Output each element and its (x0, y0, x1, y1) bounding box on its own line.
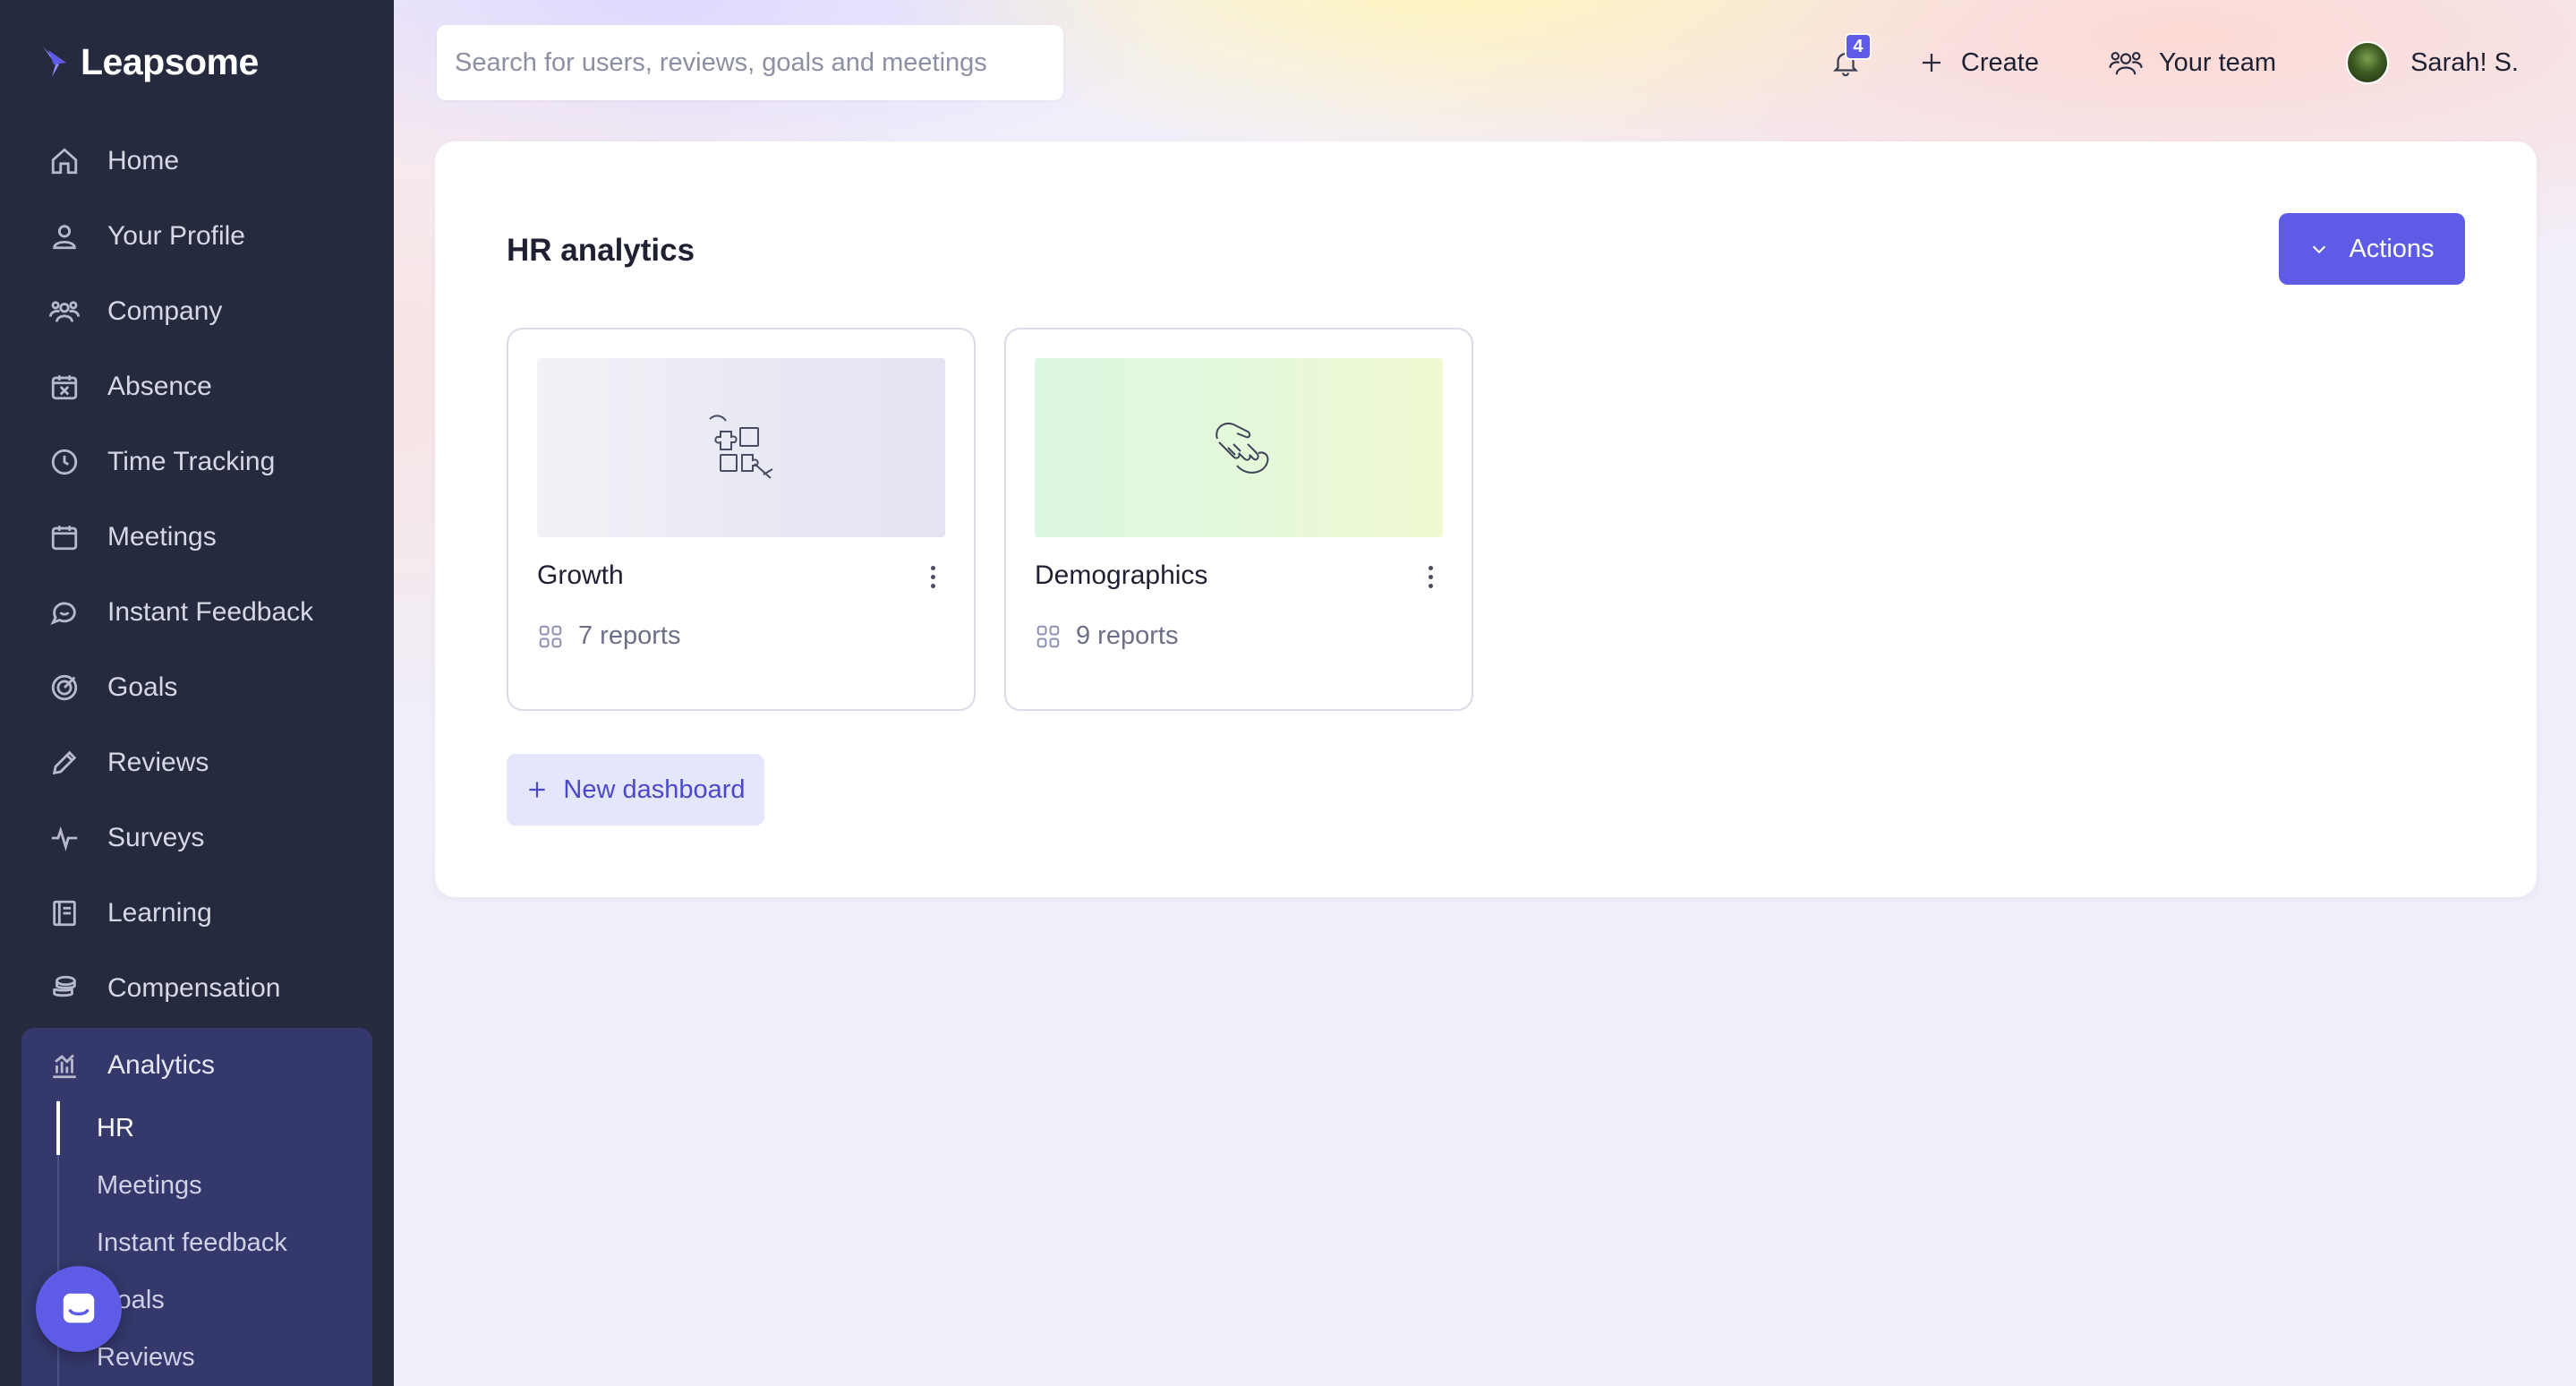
plus-icon (529, 782, 546, 798)
sidebar-item-label: Instant Feedback (107, 597, 314, 627)
calendar-x-icon (47, 369, 82, 405)
sidebar-item-label: Analytics (107, 1050, 216, 1080)
dashboard-thumbnail (537, 358, 945, 537)
grid-icon (539, 625, 562, 647)
dashboard-name: Growth (537, 560, 624, 590)
dashboard-card-demographics[interactable]: Demographics 9 reports (1004, 328, 1473, 711)
sidebar-item-learning[interactable]: Learning (21, 876, 372, 951)
user-menu[interactable]: Sarah! S. (2346, 41, 2519, 84)
dashboard-menu-button[interactable] (1420, 559, 1441, 595)
report-count-label: 9 reports (1076, 621, 1179, 650)
dashboard-thumbnail (1035, 358, 1443, 537)
notification-count-badge: 4 (1844, 33, 1872, 60)
sidebar-item-meetings[interactable]: Meetings (21, 500, 372, 575)
sidebar-item-absence[interactable]: Absence (21, 349, 372, 424)
sidebar-item-label: Absence (107, 372, 212, 401)
sidebar-item-home[interactable]: Home (21, 124, 372, 199)
sidebar-nav: Home Your Profile Company Absence Time T… (21, 124, 372, 1026)
grid-icon (1036, 625, 1060, 647)
plus-icon (1922, 54, 1941, 72)
new-dashboard-button[interactable]: New dashboard (507, 754, 764, 826)
team-icon (2109, 51, 2143, 75)
clock-icon (47, 444, 82, 480)
chart-icon (47, 1048, 82, 1083)
puzzle-icon (709, 415, 773, 479)
people-icon (47, 294, 82, 329)
subnav-item-hr[interactable]: HR (56, 1099, 287, 1157)
home-icon (47, 143, 82, 179)
sidebar-item-label: Surveys (107, 823, 205, 852)
subnav-item-instant-feedback[interactable]: Instant feedback (59, 1214, 287, 1271)
target-icon (47, 670, 82, 706)
report-count: 9 reports (1035, 621, 1178, 651)
main-area: 4 Create Your team Sarah! S. HR analytic… (394, 0, 2576, 1386)
leapsome-bird-icon (43, 46, 66, 77)
dashboard-menu-button[interactable] (922, 559, 943, 595)
sidebar-item-time-tracking[interactable]: Time Tracking (21, 424, 372, 500)
sidebar: Leapsome Home Your Profile Company Absen… (0, 0, 394, 1386)
new-dashboard-label: New dashboard (563, 774, 746, 804)
user-name: Sarah! S. (2410, 47, 2519, 77)
sidebar-item-instant-feedback[interactable]: Instant Feedback (21, 575, 372, 650)
sidebar-item-label: Goals (107, 672, 178, 702)
create-label: Create (1960, 47, 2039, 77)
sidebar-item-label: Reviews (107, 748, 209, 777)
sidebar-item-label: Meetings (107, 522, 217, 552)
pencil-icon (47, 745, 82, 781)
dashboard-card-growth[interactable]: Growth 7 reports (507, 328, 976, 711)
sidebar-item-analytics[interactable]: Analytics (21, 1028, 372, 1103)
sidebar-item-label: Home (107, 146, 180, 175)
sidebar-item-goals[interactable]: Goals (21, 650, 372, 725)
sidebar-item-reviews[interactable]: Reviews (21, 725, 372, 800)
chat-icon (47, 595, 82, 630)
sidebar-item-your-profile[interactable]: Your Profile (21, 199, 372, 274)
sidebar-item-label: Compensation (107, 973, 281, 1003)
handshake-icon (1215, 423, 1269, 474)
top-actions: 4 Create Your team Sarah! S. (1823, 27, 2519, 98)
user-icon (47, 218, 82, 254)
actions-button[interactable]: Actions (2279, 213, 2465, 285)
your-team-button[interactable]: Your team (2109, 47, 2276, 78)
notifications-button[interactable]: 4 (1823, 33, 1872, 85)
book-icon (47, 895, 82, 931)
leapsome-logo[interactable]: Leapsome (39, 41, 259, 83)
page-title: HR analytics (507, 233, 695, 268)
chevron-down-icon (2313, 245, 2326, 254)
dashboard-name: Demographics (1035, 560, 1208, 590)
report-count-label: 7 reports (578, 621, 681, 650)
actions-label: Actions (2349, 234, 2435, 263)
logo-text: Leapsome (81, 41, 259, 82)
create-button[interactable]: Create (1918, 48, 2039, 78)
sidebar-item-company[interactable]: Company (21, 274, 372, 349)
chat-widget-icon (63, 1293, 95, 1323)
pulse-icon (47, 820, 82, 856)
your-team-label: Your team (2158, 47, 2277, 77)
sidebar-item-label: Your Profile (107, 221, 245, 251)
support-chat-button[interactable] (36, 1266, 122, 1352)
sidebar-item-compensation[interactable]: Compensation (21, 951, 372, 1026)
calendar-icon (47, 519, 82, 555)
avatar (2346, 41, 2390, 84)
hr-analytics-card: HR analytics Actions Growth 7 reports De… (435, 141, 2537, 897)
coins-icon (47, 971, 82, 1006)
sidebar-item-label: Company (107, 296, 223, 326)
sidebar-item-label: Learning (107, 898, 212, 928)
sidebar-item-label: Time Tracking (107, 447, 276, 476)
subnav-item-meetings[interactable]: Meetings (59, 1157, 287, 1214)
sidebar-item-surveys[interactable]: Surveys (21, 800, 372, 876)
report-count: 7 reports (537, 621, 680, 651)
search-input[interactable] (437, 25, 1063, 100)
